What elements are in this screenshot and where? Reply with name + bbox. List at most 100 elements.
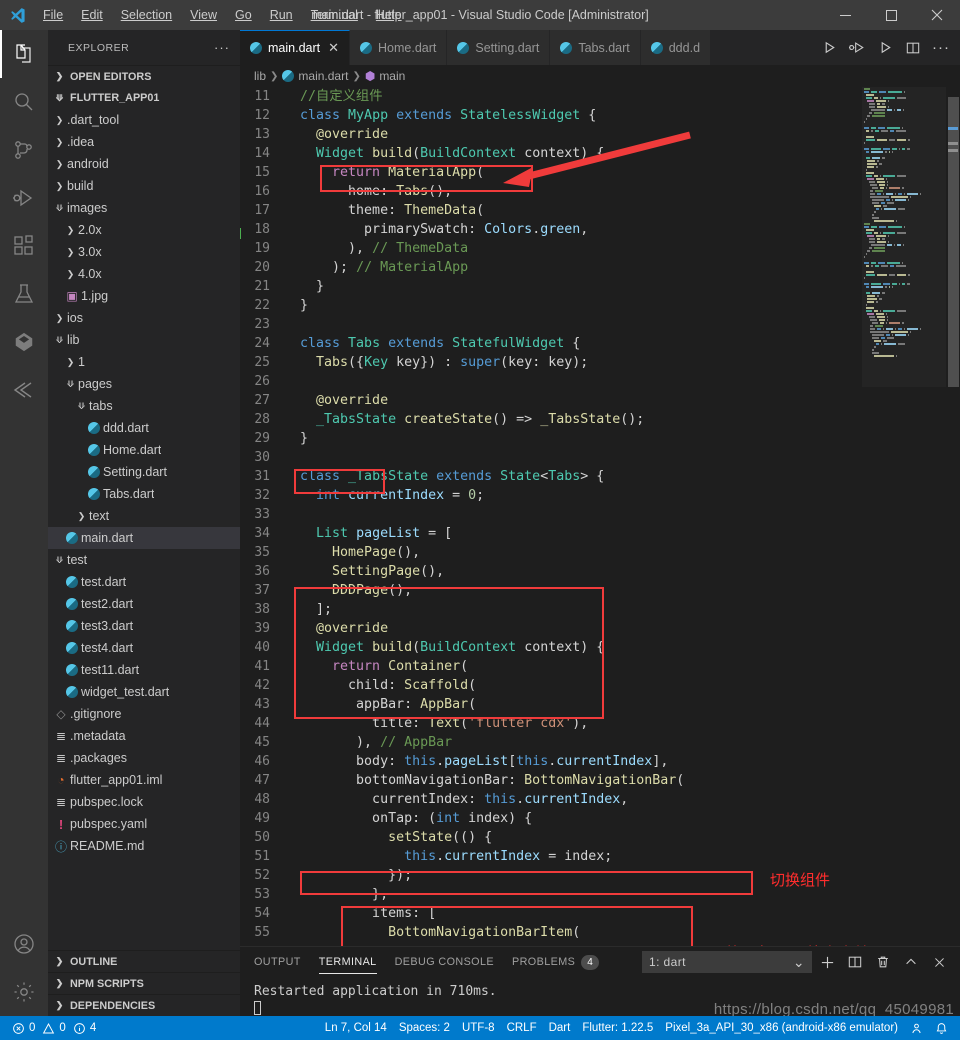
code-viewport[interactable]: 11 //自定义组件 12 class MyApp extends Statele… [240, 87, 960, 946]
status-feedback-icon[interactable] [904, 1016, 929, 1040]
split-editor-button[interactable] [900, 30, 926, 65]
tree-item-ddd-dart[interactable]: ddd.dart [48, 417, 240, 439]
code-line[interactable]: 36 SettingPage (), [240, 562, 960, 581]
status-problems[interactable]: 0 0 4 [6, 1016, 102, 1040]
menu-run[interactable]: Run [261, 0, 302, 30]
run-and-debug-icon[interactable] [0, 174, 48, 222]
tree-item--metadata[interactable]: ≣ .metadata [48, 725, 240, 747]
code-line[interactable]: 16 home: Tabs (), [240, 182, 960, 201]
tree-item-test3-dart[interactable]: test3.dart [48, 615, 240, 637]
code-line[interactable]: 28 _TabsState createState() => _TabsStat… [240, 410, 960, 429]
code-line[interactable]: 48 currentIndex: this. currentIndex, [240, 790, 960, 809]
tree-item-widget-test-dart[interactable]: widget_test.dart [48, 681, 240, 703]
tree-item-tabs[interactable]: ⟱ tabs [48, 395, 240, 417]
tree-item-images[interactable]: ⟱ images [48, 197, 240, 219]
code-line[interactable]: 39 @override [240, 619, 960, 638]
tree-item-1[interactable]: ❯ 1 [48, 351, 240, 373]
code-line[interactable]: 17 theme: ThemeData( [240, 201, 960, 220]
status-bar[interactable]: 0 0 4 Ln 7, Col 14 Spaces: 2 UTF-8 CRLF … [0, 1016, 960, 1040]
maximize-panel-button[interactable] [898, 949, 924, 975]
code-line[interactable]: 24 class Tabs extends StatefulWidget { [240, 334, 960, 353]
code-line[interactable]: 43 appBar: AppBar( [240, 695, 960, 714]
menu-edit[interactable]: Edit [72, 0, 112, 30]
tree-item-android[interactable]: ❯ android [48, 153, 240, 175]
tree-item-test[interactable]: ⟱ test [48, 549, 240, 571]
settings-gear-icon[interactable] [0, 968, 48, 1016]
menu-bar[interactable]: File Edit Selection View Go Run Terminal… [34, 0, 411, 30]
tree-item-ios[interactable]: ❯ ios [48, 307, 240, 329]
code-line[interactable]: 42 child: Scaffold( [240, 676, 960, 695]
tree-item-test4-dart[interactable]: test4.dart [48, 637, 240, 659]
code-line[interactable]: 34 List pageList = [ [240, 524, 960, 543]
code-line[interactable]: 54 items: [ [240, 904, 960, 923]
panel-actions[interactable]: 1: dart ⌄ [642, 949, 960, 975]
tree-item--idea[interactable]: ❯ .idea [48, 131, 240, 153]
menu-file[interactable]: File [34, 0, 72, 30]
code-line[interactable]: 46 body: this. pageList[this. currentIndex… [240, 752, 960, 771]
minimap-slider[interactable] [862, 87, 946, 387]
tab-debug-console[interactable]: DEBUG CONSOLE [395, 947, 494, 977]
file-tree[interactable]: ❯ .dart_tool ❯ .idea ❯ android ❯ build ⟱ images ❯ 2… [48, 109, 240, 857]
panel-tab-bar[interactable]: OUTPUT TERMINAL DEBUG CONSOLE PROBLEMS 4… [240, 947, 960, 977]
code-line[interactable]: 14 Widget build(BuildContext context) { [240, 144, 960, 163]
editor-tab-tabs-dart[interactable]: Tabs.dart [550, 30, 641, 65]
code-line[interactable]: 19 ), // ThemeData [240, 239, 960, 258]
code-line[interactable]: 40 Widget build(BuildContext context) { [240, 638, 960, 657]
sidebar-more-actions-button[interactable]: ··· [214, 40, 230, 55]
code-line[interactable]: 18 primarySwatch: Colors. green, [240, 220, 960, 239]
minimize-button[interactable] [822, 0, 868, 30]
code-line[interactable]: 38 ]; [240, 600, 960, 619]
tree-item-home-dart[interactable]: Home.dart [48, 439, 240, 461]
split-terminal-button[interactable] [842, 949, 868, 975]
section-open-editors[interactable]: ❯ OPEN EDITORS [48, 65, 240, 87]
code-line[interactable]: 29 } [240, 429, 960, 448]
status-bar-right[interactable]: Ln 7, Col 14 Spaces: 2 UTF-8 CRLF Dart F… [319, 1016, 954, 1040]
scrollbar-thumb[interactable] [948, 97, 959, 387]
code-line[interactable]: 52 }); [240, 866, 960, 885]
source-control-icon[interactable] [0, 126, 48, 174]
testing-icon[interactable] [0, 270, 48, 318]
menu-help[interactable]: Help [367, 0, 411, 30]
tree-item-flutter-app01-iml[interactable]: ◔ flutter_app01.iml [48, 769, 240, 791]
status-notifications-bell-icon[interactable] [929, 1016, 954, 1040]
status-cursor-position[interactable]: Ln 7, Col 14 [319, 1016, 393, 1040]
breadcrumb-lib[interactable]: lib [254, 69, 266, 83]
tree-item-build[interactable]: ❯ build [48, 175, 240, 197]
code-line[interactable]: 11 //自定义组件 [240, 87, 960, 106]
tree-item-pubspec-lock[interactable]: ≣ pubspec.lock [48, 791, 240, 813]
editor-scrollbar[interactable] [946, 87, 960, 946]
search-icon[interactable] [0, 78, 48, 126]
terminal-output[interactable]: Restarted application in 710ms. [240, 977, 960, 1019]
tree-item--gitignore[interactable]: ◇ .gitignore [48, 703, 240, 725]
code-line[interactable]: 22 } [240, 296, 960, 315]
status-flutter-version[interactable]: Flutter: 1.22.5 [576, 1016, 659, 1040]
code-line[interactable]: 31 class _TabsState extends State < Tabs > … [240, 467, 960, 486]
tree-item--packages[interactable]: ≣ .packages [48, 747, 240, 769]
tree-item-test11-dart[interactable]: test11.dart [48, 659, 240, 681]
menu-view[interactable]: View [181, 0, 226, 30]
code-line[interactable]: 20 ); // MaterialApp [240, 258, 960, 277]
breadcrumb-main-symbol[interactable]: main [379, 69, 405, 83]
code-line[interactable]: 21 } [240, 277, 960, 296]
tree-item--dart-tool[interactable]: ❯ .dart_tool [48, 109, 240, 131]
new-terminal-button[interactable] [814, 949, 840, 975]
close-panel-button[interactable] [926, 949, 952, 975]
status-device[interactable]: Pixel_3a_API_30_x86 (android-x86 emulato… [659, 1016, 904, 1040]
editor-tab-ddd-d[interactable]: ddd.d [640, 30, 712, 65]
code-line[interactable]: 13 @override [240, 125, 960, 144]
close-icon[interactable]: ✕ [328, 40, 339, 56]
editor-tab-actions[interactable]: ··· [816, 30, 960, 65]
tree-item-readme-md[interactable]: ⓘ README.md [48, 835, 240, 857]
editor-tab-bar[interactable]: main.dart ✕ Home.dart Setting.dart Tabs.dart… [240, 30, 960, 65]
tree-item-pubspec-yaml[interactable]: ! pubspec.yaml [48, 813, 240, 835]
tree-item-4-0x[interactable]: ❯ 4.0x [48, 263, 240, 285]
tab-output[interactable]: OUTPUT [254, 947, 301, 977]
kill-terminal-button[interactable] [870, 949, 896, 975]
code-line[interactable]: 33 [240, 505, 960, 524]
code-line[interactable]: 30 [240, 448, 960, 467]
menu-go[interactable]: Go [226, 0, 261, 30]
activity-bar[interactable] [0, 30, 48, 1016]
code-line[interactable]: 23 [240, 315, 960, 334]
tab-problems[interactable]: PROBLEMS 4 [512, 947, 600, 977]
menu-selection[interactable]: Selection [112, 0, 181, 30]
